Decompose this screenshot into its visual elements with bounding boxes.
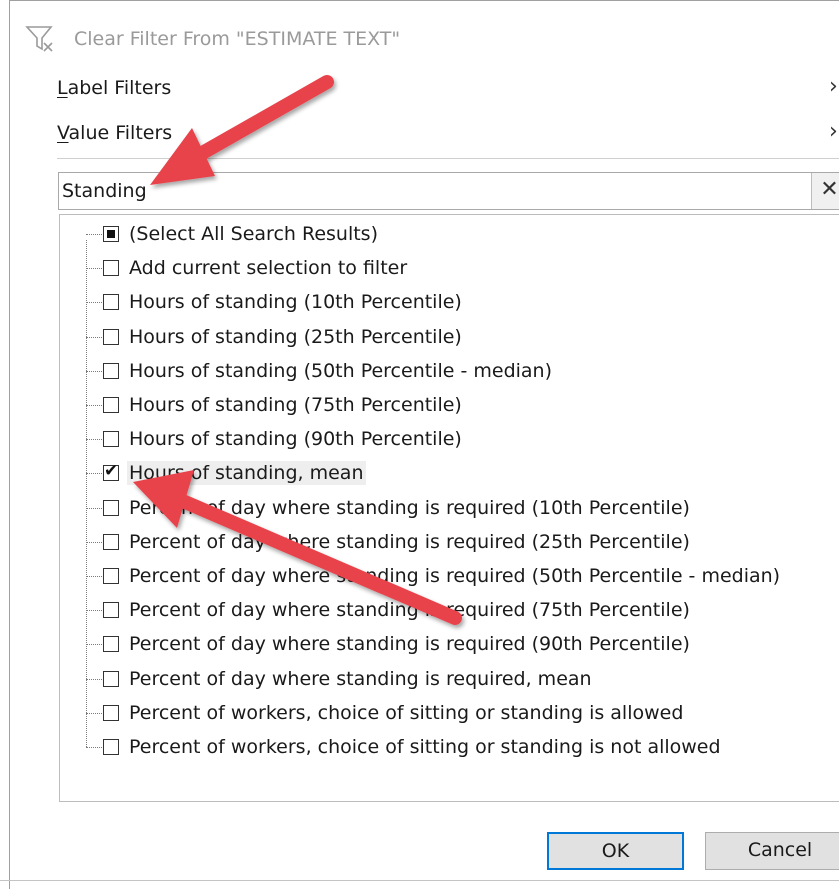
label-filters-label: abel Filters — [67, 77, 172, 99]
tree-branch-line — [86, 678, 102, 680]
close-icon: ✕ — [820, 177, 839, 202]
item-checkbox[interactable] — [103, 602, 119, 619]
list-item[interactable]: Percent of day where standing is require… — [86, 492, 826, 526]
item-checkbox[interactable] — [103, 226, 119, 242]
tree-branch-line — [86, 541, 102, 543]
value-filters-chevron-icon: › — [829, 119, 838, 144]
search-box: ✕ — [58, 172, 839, 210]
item-label: Percent of day where standing is require… — [129, 496, 690, 519]
label-filters-chevron-icon: › — [829, 74, 838, 99]
list-item[interactable]: Percent of day where standing is require… — [86, 663, 826, 697]
tree-branch-line — [86, 507, 102, 509]
item-label: Hours of standing (10th Percentile) — [129, 291, 462, 314]
list-item[interactable]: ✔ Hours of standing, mean — [86, 457, 826, 491]
value-filters-label: alue Filters — [68, 122, 173, 144]
item-label: (Select All Search Results) — [129, 223, 378, 245]
list-item[interactable]: Percent of workers, choice of sitting or… — [86, 731, 826, 765]
clear-filter-menu-item[interactable]: Clear Filter From "ESTIMATE TEXT" — [74, 27, 400, 51]
ok-button[interactable]: OK — [547, 832, 684, 870]
value-filters-menu-item[interactable]: Value Filters — [57, 121, 172, 145]
item-label: Percent of day where standing is require… — [129, 599, 690, 622]
item-label: Hours of standing (75th Percentile) — [129, 394, 462, 416]
tree-branch-line — [86, 576, 102, 577]
item-checkbox[interactable] — [103, 568, 119, 584]
tree-branch-line — [86, 234, 102, 235]
tree-branch-line — [86, 439, 102, 441]
tree-branch-line — [86, 268, 102, 270]
list-item[interactable]: Percent of workers, choice of sitting or… — [86, 697, 826, 731]
list-item[interactable]: Percent of day where standing is require… — [86, 560, 826, 594]
list-item[interactable]: Hours of standing (75th Percentile) — [86, 389, 826, 423]
item-label: Hours of standing (50th Percentile - med… — [129, 359, 553, 382]
item-checkbox[interactable] — [103, 499, 119, 516]
search-input[interactable] — [62, 175, 802, 207]
item-checkbox[interactable] — [103, 533, 119, 550]
clear-filter-icon — [25, 26, 53, 52]
item-label: Percent of day where standing is require… — [129, 530, 690, 553]
tree-branch-line — [86, 370, 102, 372]
item-label: Percent of day where standing is require… — [129, 565, 781, 587]
list-item[interactable]: Hours of standing (90th Percentile) — [86, 423, 826, 457]
list-item[interactable]: (Select All Search Results) — [86, 218, 826, 252]
item-label: Hours of standing (90th Percentile) — [129, 428, 462, 451]
tree-branch-line — [86, 405, 102, 406]
item-checkbox[interactable] — [103, 431, 119, 448]
item-checkbox[interactable] — [103, 704, 119, 721]
label-filters-accelerator: L — [57, 77, 68, 99]
list-item[interactable]: Percent of day where standing is require… — [86, 594, 826, 628]
item-checkbox[interactable] — [103, 397, 119, 413]
item-checkbox[interactable]: ✔ — [103, 461, 119, 482]
item-checkbox[interactable] — [103, 260, 119, 277]
list-item[interactable]: Hours of standing (10th Percentile) — [86, 286, 826, 320]
item-checkbox[interactable] — [103, 294, 119, 311]
item-label: Percent of workers, choice of sitting or… — [129, 701, 684, 724]
tree-branch-line — [86, 610, 102, 612]
value-filters-accelerator: V — [57, 122, 69, 144]
tree-branch-line — [86, 473, 102, 475]
tree-branch-line — [86, 747, 102, 748]
cancel-button[interactable]: Cancel — [705, 832, 839, 870]
label-filters-menu-item[interactable]: Label Filters — [57, 76, 171, 100]
tree-branch-line — [86, 712, 102, 714]
panel-bottom-border — [0, 880, 839, 881]
item-label: Add current selection to filter — [129, 257, 408, 280]
item-label: Percent of workers, choice of sitting or… — [129, 736, 721, 758]
menu-separator — [57, 158, 839, 159]
item-label: Percent of day where standing is require… — [129, 667, 592, 690]
checkmark-icon: ✔ — [104, 461, 119, 482]
tree-branch-line — [86, 336, 102, 338]
item-label: Percent of day where standing is require… — [129, 633, 690, 656]
list-item[interactable]: Add current selection to filter — [86, 252, 826, 286]
item-checkbox[interactable] — [103, 739, 119, 755]
clear-search-button[interactable]: ✕ — [811, 173, 839, 209]
tree-branch-line — [86, 302, 102, 304]
list-item[interactable]: Hours of standing (50th Percentile - med… — [86, 355, 826, 389]
item-label: Hours of standing (25th Percentile) — [129, 325, 462, 348]
item-checkbox[interactable] — [103, 328, 119, 345]
item-label: Hours of standing, mean — [127, 461, 366, 486]
item-checkbox[interactable] — [103, 636, 119, 653]
clear-filter-label: Clear Filter From "ESTIMATE TEXT" — [74, 28, 401, 50]
list-item[interactable]: Percent of day where standing is require… — [86, 526, 826, 560]
list-item[interactable]: Percent of day where standing is require… — [86, 628, 826, 662]
tree-branch-line — [86, 644, 102, 646]
item-checkbox[interactable] — [103, 362, 119, 379]
item-checkbox[interactable] — [103, 670, 119, 687]
list-item[interactable]: Hours of standing (25th Percentile) — [86, 321, 826, 355]
